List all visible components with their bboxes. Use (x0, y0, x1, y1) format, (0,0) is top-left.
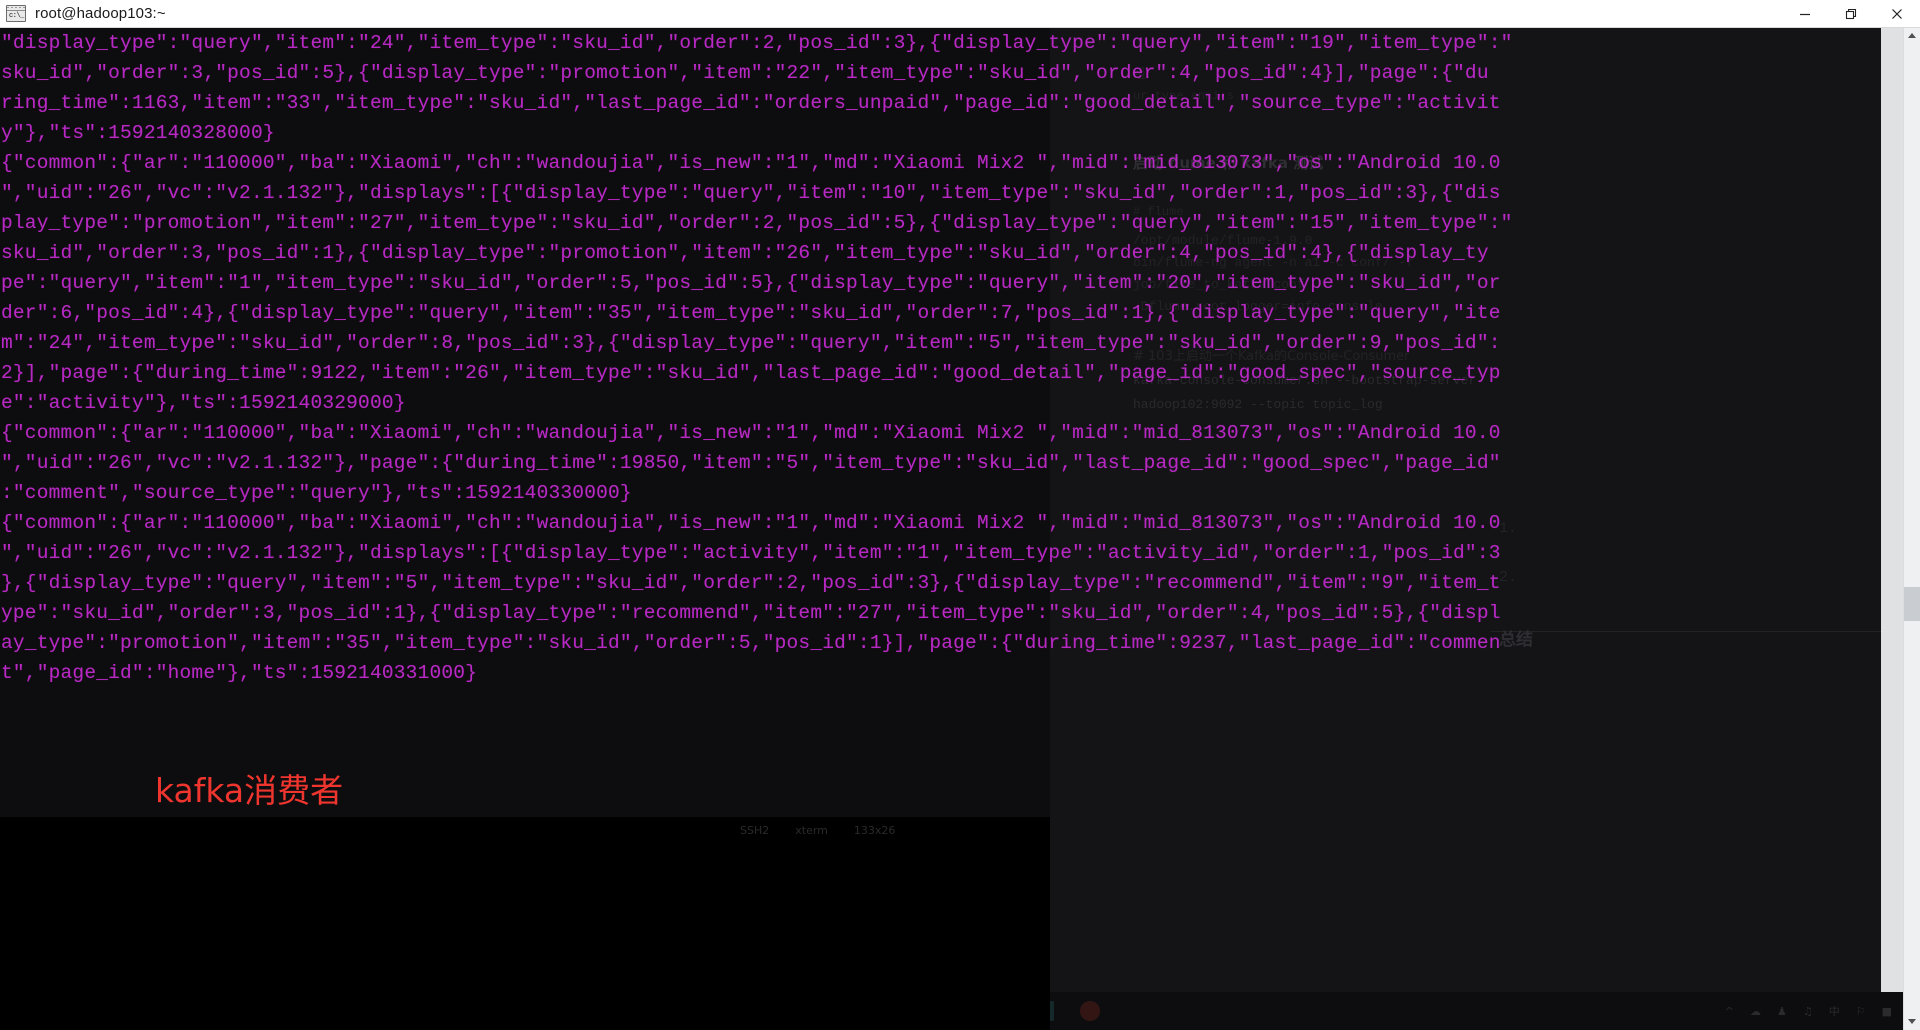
terminal-line: },{"display_type":"query","item":"5","it… (1, 572, 1501, 594)
terminal-line: ay_type":"promotion","item":"35","item_t… (1, 632, 1501, 654)
terminal-line: pe":"query","item":"1","item_type":"sku_… (1, 272, 1501, 294)
terminal-lower-background (0, 817, 1050, 1030)
terminal-line: y"},"ts":1592140328000} (1, 122, 275, 144)
terminal-line: t","page_id":"home"},"ts":1592140331000} (1, 662, 478, 684)
terminal-line: :"comment","source_type":"query"},"ts":1… (1, 482, 632, 504)
chevron-down-icon (1908, 1019, 1916, 1024)
status-emulation: xterm (795, 824, 828, 837)
terminal-status-bar: SSH2 xterm 133x26 (740, 824, 895, 837)
terminal-line: sku_id","order":3,"pos_id":1},{"display_… (1, 242, 1489, 264)
console-icon (6, 5, 26, 22)
vertical-scrollbar[interactable] (1903, 27, 1920, 1030)
terminal-line: ring_time":1163,"item":"33","item_type":… (1, 92, 1501, 114)
terminal-line: der":6,"pos_id":4},{"display_type":"quer… (1, 302, 1501, 324)
status-size: 133x26 (853, 824, 896, 837)
close-button[interactable] (1874, 0, 1920, 27)
window-titlebar[interactable]: root@hadoop103:~ (0, 0, 1920, 28)
status-protocol: SSH2 (740, 824, 770, 837)
terminal-line: ","uid":"26","vc":"v2.1.132"},"displays"… (1, 542, 1501, 564)
minimize-button[interactable] (1782, 0, 1828, 27)
terminal-line: 2}],"page":{"during_time":9122,"item":"2… (1, 362, 1501, 384)
terminal-line: {"common":{"ar":"110000","ba":"Xiaomi","… (1, 152, 1501, 174)
terminal-line: play_type":"promotion","item":"27","item… (1, 212, 1513, 234)
terminal-line: m":"24","item_type":"sku_id","order":8,"… (1, 332, 1501, 354)
terminal-line: ","uid":"26","vc":"v2.1.132"},"page":{"d… (1, 452, 1501, 474)
screen-root: 组: ur_type anni:s 启动 flume 和 kafka 测试 # … (0, 0, 1920, 1030)
terminal-line: sku_id","order":3,"pos_id":5},{"display_… (1, 62, 1489, 84)
terminal-line: ype":"sku_id","order":3,"pos_id":1},{"di… (1, 602, 1501, 624)
terminal-window[interactable]: "display_type":"query","item":"24","item… (0, 27, 1905, 1030)
terminal-line: {"common":{"ar":"110000","ba":"Xiaomi","… (1, 512, 1501, 534)
restore-button[interactable] (1828, 0, 1874, 27)
terminal-line: "display_type":"query","item":"24","item… (1, 32, 1513, 54)
scroll-up-button[interactable] (1904, 27, 1920, 44)
scroll-down-button[interactable] (1904, 1013, 1920, 1030)
terminal-output: "display_type":"query","item":"24","item… (1, 28, 1904, 688)
window-title: root@hadoop103:~ (35, 5, 166, 22)
terminal-line: {"common":{"ar":"110000","ba":"Xiaomi","… (1, 422, 1501, 444)
terminal-line: ","uid":"26","vc":"v2.1.132"},"displays"… (1, 182, 1501, 204)
terminal-line: e":"activity"},"ts":1592140329000} (1, 392, 406, 414)
kafka-consumer-annotation: kafka消费者 (155, 771, 344, 810)
chevron-up-icon (1908, 33, 1916, 38)
scroll-thumb[interactable] (1904, 587, 1920, 621)
